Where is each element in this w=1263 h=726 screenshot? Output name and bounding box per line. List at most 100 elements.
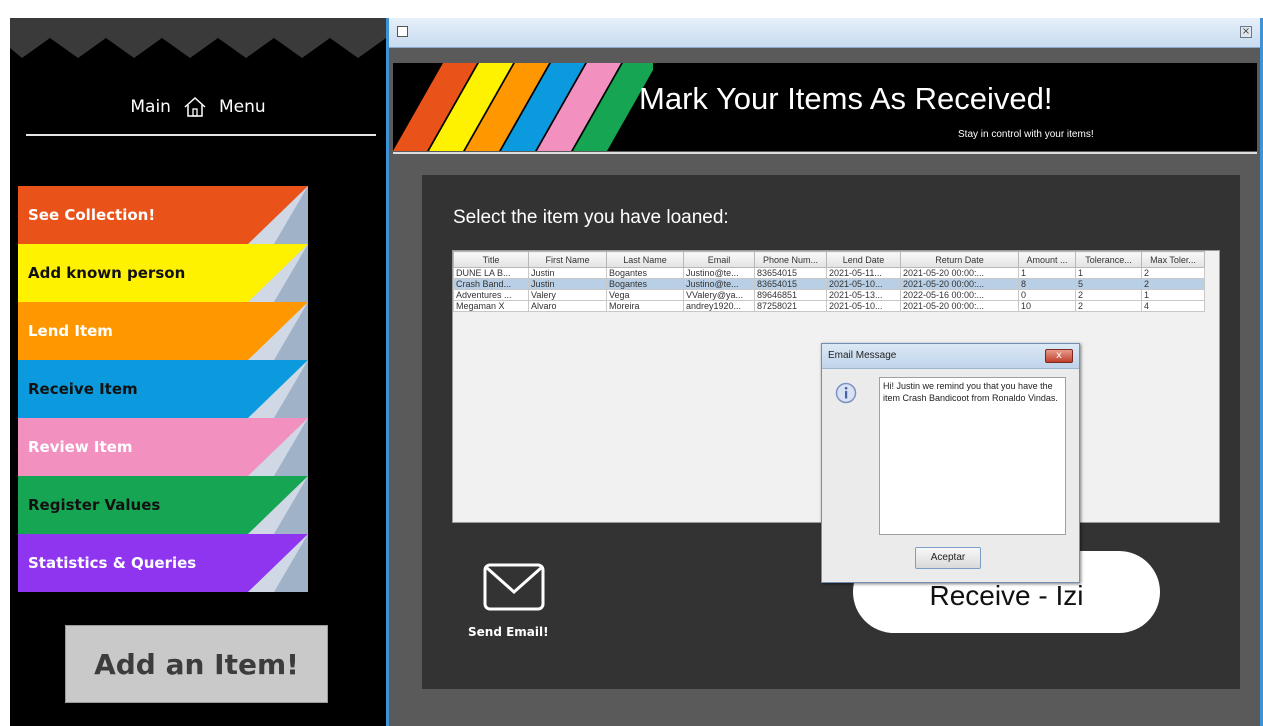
column-header[interactable]: Title [453, 251, 529, 268]
send-email-label: Send Email! [468, 625, 549, 639]
banner-divider [393, 152, 1257, 154]
table-body: DUNE LA B... Justin Bogantes Justino@te... 8… [453, 267, 1205, 312]
column-header[interactable]: Last Name [606, 251, 684, 268]
table-cell: 2 [1141, 278, 1205, 290]
table-row[interactable]: Megaman X Alvaro Moreira andrey1920... 87258… [453, 300, 1205, 312]
sidebar-item-receive-item[interactable]: Receive Item [18, 360, 308, 418]
sidebar-item-register-values[interactable]: Register Values [18, 476, 308, 534]
table-cell: 0 [1018, 289, 1076, 301]
email-message-dialog: Email Message x Hi! Justin we remind you… [821, 343, 1080, 583]
select-item-label: Select the item you have loaned: [453, 207, 729, 228]
column-header[interactable]: Return Date [900, 251, 1019, 268]
home-icon[interactable] [183, 96, 207, 118]
sidebar-item-label: Add known person [28, 264, 186, 282]
page-banner: Mark Your Items As Received! Stay in con… [393, 63, 1257, 151]
table-cell: 87258021 [754, 300, 827, 312]
table-header-row: Title First Name Last Name Email Phone Num..… [453, 251, 1205, 268]
column-header[interactable]: First Name [528, 251, 607, 268]
shade-decoration [248, 186, 308, 244]
table-cell: Megaman X [453, 300, 529, 312]
column-header[interactable]: Amount ... [1018, 251, 1076, 268]
table-cell: 2021-05-13... [826, 289, 901, 301]
shade-decoration [248, 476, 308, 534]
table-cell: andrey1920... [683, 300, 755, 312]
table-cell: Valery [528, 289, 607, 301]
column-header[interactable]: Email [683, 251, 755, 268]
table-cell: 5 [1075, 278, 1142, 290]
table-cell: Justino@te... [683, 267, 755, 279]
table-row[interactable]: Adventures ... Valery Vega VValery@ya... 896… [453, 289, 1205, 301]
envelope-icon [483, 563, 545, 611]
table-cell: 2021-05-10... [826, 278, 901, 290]
column-header[interactable]: Max Toler... [1141, 251, 1205, 268]
table-cell: 1 [1141, 289, 1205, 301]
table-cell: 2 [1075, 289, 1142, 301]
table-cell: Justin [528, 278, 607, 290]
window-icon [397, 26, 408, 37]
zigzag-decoration [10, 18, 386, 58]
dialog-message-text[interactable]: Hi! Justin we remind you that you have t… [879, 377, 1066, 535]
table-cell: 2 [1075, 300, 1142, 312]
rainbow-stripes-decoration [393, 63, 653, 151]
table-cell: Justino@te... [683, 278, 755, 290]
table-cell: DUNE LA B... [453, 267, 529, 279]
table-cell: 2021-05-20 00:00:... [900, 267, 1019, 279]
window-close-icon[interactable]: × [1240, 26, 1252, 38]
table-cell: 2021-05-20 00:00:... [900, 300, 1019, 312]
column-header[interactable]: Tolerance... [1075, 251, 1142, 268]
loans-table[interactable]: Title First Name Last Name Email Phone Num..… [453, 251, 1205, 312]
sidebar-item-see-collection[interactable]: See Collection! [18, 186, 308, 244]
table-cell: Justin [528, 267, 607, 279]
page-subtitle: Stay in control with your items! [958, 129, 1094, 140]
sidebar-item-label: Review Item [28, 438, 133, 456]
menu-divider [26, 134, 376, 136]
table-cell: 2021-05-20 00:00:... [900, 278, 1019, 290]
shade-decoration [248, 534, 308, 592]
table-cell: Bogantes [606, 267, 684, 279]
table-cell: 8 [1018, 278, 1076, 290]
column-header[interactable]: Phone Num... [754, 251, 827, 268]
table-row[interactable]: DUNE LA B... Justin Bogantes Justino@te... 8… [453, 267, 1205, 279]
table-cell: 89646851 [754, 289, 827, 301]
table-cell: Moreira [606, 300, 684, 312]
table-cell: Bogantes [606, 278, 684, 290]
sidebar-item-label: Receive Item [28, 380, 138, 398]
table-cell: VValery@ya... [683, 289, 755, 301]
shade-decoration [248, 302, 308, 360]
dialog-titlebar: Email Message x [822, 344, 1079, 369]
table-cell: Alvaro [528, 300, 607, 312]
table-cell: 1 [1018, 267, 1076, 279]
sidebar-item-label: Lend Item [28, 322, 113, 340]
shade-decoration [248, 418, 308, 476]
table-cell: 4 [1141, 300, 1205, 312]
main-menu-title-right: Menu [218, 97, 266, 117]
table-cell: 2021-05-10... [826, 300, 901, 312]
table-cell: 83654015 [754, 278, 827, 290]
sidebar-item-review-item[interactable]: Review Item [18, 418, 308, 476]
shade-decoration [248, 244, 308, 302]
table-cell: 83654015 [754, 267, 827, 279]
dialog-title: Email Message [828, 350, 897, 361]
table-cell: 2022-05-16 00:00:... [900, 289, 1019, 301]
info-icon [835, 382, 857, 404]
table-cell: 2 [1141, 267, 1205, 279]
sidebar-item-label: See Collection! [28, 206, 156, 224]
table-cell: Vega [606, 289, 684, 301]
main-menu-title-left: Main [130, 97, 171, 117]
table-row[interactable]: Crash Band... Justin Bogantes Justino@te...… [453, 278, 1205, 290]
page-title: Mark Your Items As Received! [639, 81, 1053, 116]
table-cell: 1 [1075, 267, 1142, 279]
shade-decoration [248, 360, 308, 418]
table-cell: 2021-05-11... [826, 267, 901, 279]
sidebar: Main Menu See Collection! Add known pers… [10, 18, 386, 726]
sidebar-item-lend-item[interactable]: Lend Item [18, 302, 308, 360]
sidebar-item-add-known-person[interactable]: Add known person [18, 244, 308, 302]
sidebar-item-statistics-queries[interactable]: Statistics & Queries [18, 534, 308, 592]
table-cell: Crash Band... [453, 278, 529, 290]
dialog-close-button[interactable]: x [1045, 349, 1073, 363]
add-item-button[interactable]: Add an Item! [65, 625, 328, 703]
send-email-button[interactable]: Send Email! [468, 563, 558, 653]
sidebar-item-label: Statistics & Queries [28, 554, 197, 572]
column-header[interactable]: Lend Date [826, 251, 901, 268]
dialog-ok-button[interactable]: Aceptar [915, 547, 981, 569]
